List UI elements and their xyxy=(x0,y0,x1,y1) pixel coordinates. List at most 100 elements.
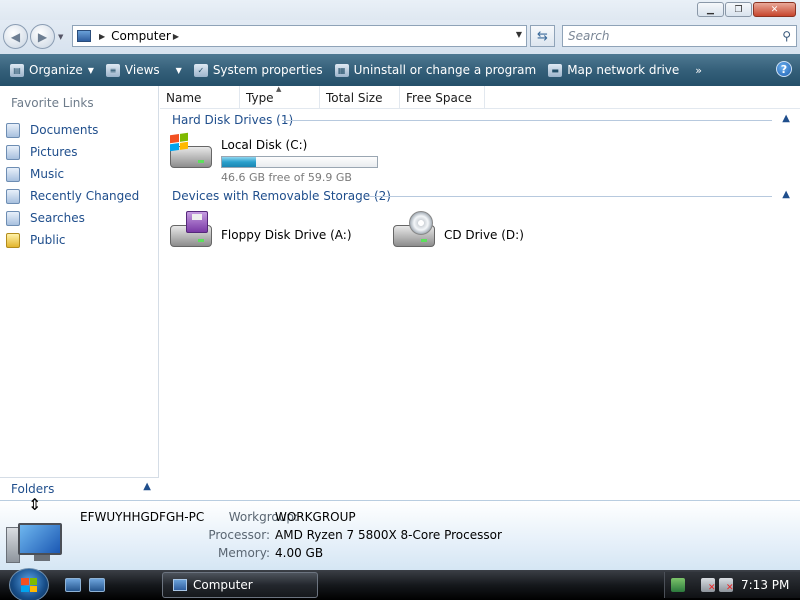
favorite-link-searches[interactable]: Searches xyxy=(6,207,156,229)
refresh-icon: ⇆ xyxy=(537,28,548,44)
title-bar: ▁ ❐ ✕ xyxy=(0,0,800,20)
drive-name: CD Drive (D:) xyxy=(444,228,524,242)
network-status-icon[interactable] xyxy=(671,578,685,592)
group-header-removable-storage[interactable]: Devices with Removable Storage (2) xyxy=(172,189,391,203)
more-commands-button[interactable]: » xyxy=(689,58,708,82)
windows-logo-icon xyxy=(21,578,37,592)
breadcrumb-arrow-icon[interactable]: ▶ xyxy=(173,32,179,41)
chevron-up-icon: ▲ xyxy=(143,481,151,492)
maximize-button[interactable]: ❐ xyxy=(725,2,752,17)
computer-icon xyxy=(6,519,64,563)
resize-cursor-icon: ⇕ xyxy=(28,495,42,514)
favorite-link-label: Searches xyxy=(30,211,85,225)
drive-cd-d[interactable]: CD Drive (D:) xyxy=(391,211,524,255)
uninstall-program-button[interactable]: ▦ Uninstall or change a program xyxy=(329,58,543,82)
search-placeholder: Search xyxy=(568,29,610,43)
favorite-link-documents[interactable]: Documents xyxy=(6,119,156,141)
show-desktop-icon[interactable] xyxy=(65,578,81,592)
group-divider xyxy=(282,120,772,121)
chevron-up-icon[interactable]: ▲ xyxy=(782,189,790,200)
address-bar[interactable]: ▶ Computer ▶ ▼ xyxy=(72,25,527,47)
forward-button[interactable]: ▶ xyxy=(30,24,55,49)
drive-local-disk-c[interactable]: Local Disk (C:) 46.6 GB free of 59.9 GB xyxy=(168,132,378,184)
cd-drive-icon xyxy=(391,211,439,255)
views-label: Views xyxy=(124,63,160,77)
volume-muted-icon[interactable]: ✕ xyxy=(719,578,734,593)
start-button[interactable] xyxy=(9,568,49,600)
sort-ascending-icon: ▲ xyxy=(276,85,282,93)
back-button[interactable]: ◀ xyxy=(3,24,28,49)
column-header-label: Type xyxy=(246,90,274,105)
recent-pages-dropdown[interactable]: ▼ xyxy=(58,33,63,41)
command-toolbar: ▤ Organize ▼ ≡ Views ▼ ✓ System properti… xyxy=(0,54,800,86)
minimize-button[interactable]: ▁ xyxy=(697,2,724,17)
system-properties-button[interactable]: ✓ System properties xyxy=(188,58,329,82)
forward-arrow-icon: ▶ xyxy=(37,29,48,44)
favorite-link-recently-changed[interactable]: Recently Changed xyxy=(6,185,156,207)
music-icon xyxy=(6,166,20,182)
back-arrow-icon: ◀ xyxy=(10,29,21,44)
recently-changed-icon xyxy=(6,188,20,204)
favorite-link-label: Pictures xyxy=(30,145,78,159)
chevron-up-icon[interactable]: ▲ xyxy=(782,113,790,124)
taskbar: Computer ✕ ✕ 7:13 PM xyxy=(0,568,800,600)
column-header-type[interactable]: Type ▲ xyxy=(240,85,320,109)
drive-floppy-a[interactable]: Floppy Disk Drive (A:) xyxy=(168,211,352,255)
pictures-icon xyxy=(6,144,20,160)
organize-button[interactable]: ▤ Organize ▼ xyxy=(4,58,100,82)
drive-free-space: 46.6 GB free of 59.9 GB xyxy=(221,171,352,184)
drive-name: Local Disk (C:) xyxy=(221,138,308,152)
memory-value: 4.00 GB xyxy=(275,546,324,560)
breadcrumb-arrow-icon[interactable]: ▶ xyxy=(99,32,105,41)
network-disconnected-icon[interactable]: ✕ xyxy=(701,578,716,593)
map-network-drive-button[interactable]: ▬ Map network drive xyxy=(542,58,685,82)
search-icon[interactable]: ⚲ xyxy=(782,29,791,43)
details-pane: ⇕ EFWUYHHGDFGH-PC Workgroup: WORKGROUP P… xyxy=(0,495,800,570)
processor-value: AMD Ryzen 7 5800X 8-Core Processor xyxy=(275,528,502,542)
chevron-down-icon: ▼ xyxy=(175,65,182,75)
searches-icon xyxy=(6,210,20,226)
column-header-total-size[interactable]: Total Size xyxy=(320,86,400,109)
memory-label: Memory: xyxy=(218,546,270,560)
workgroup-value: WORKGROUP xyxy=(275,510,356,524)
uninstall-program-label: Uninstall or change a program xyxy=(353,63,537,77)
favorite-link-music[interactable]: Music xyxy=(6,163,156,185)
refresh-button[interactable]: ⇆ xyxy=(530,25,555,47)
favorite-link-label: Public xyxy=(30,233,66,247)
clock[interactable]: 7:13 PM xyxy=(741,578,789,592)
taskbar-button-computer[interactable]: Computer xyxy=(162,572,318,598)
favorite-link-label: Recently Changed xyxy=(30,189,140,203)
breadcrumb-computer[interactable]: Computer xyxy=(111,29,171,43)
views-button[interactable]: ≡ Views ▼ xyxy=(100,58,188,82)
favorite-link-pictures[interactable]: Pictures xyxy=(6,141,156,163)
disk-usage-bar xyxy=(221,156,378,168)
floppy-drive-icon xyxy=(168,211,216,255)
computer-name: EFWUYHHGDFGH-PC xyxy=(80,510,205,524)
favorite-links-list: Documents Pictures Music Recently Change… xyxy=(6,119,156,251)
favorite-links-title: Favorite Links xyxy=(11,96,94,110)
column-header-free-space[interactable]: Free Space xyxy=(400,86,485,109)
help-icon[interactable]: ? xyxy=(776,61,792,77)
search-input[interactable]: Search ⚲ xyxy=(562,25,797,47)
processor-label: Processor: xyxy=(208,528,270,542)
map-network-drive-label: Map network drive xyxy=(567,63,680,77)
favorite-link-label: Documents xyxy=(30,123,99,137)
switch-windows-icon[interactable] xyxy=(89,578,105,592)
address-dropdown-icon[interactable]: ▼ xyxy=(516,30,522,39)
system-properties-label: System properties xyxy=(212,63,323,77)
network-drive-icon: ▬ xyxy=(548,63,563,77)
address-row: ◀ ▶ ▼ ▶ Computer ▶ ▼ ⇆ Search ⚲ xyxy=(0,20,800,54)
folders-toggle[interactable]: Folders ▲ xyxy=(0,477,159,500)
system-properties-icon: ✓ xyxy=(193,63,208,77)
public-folder-icon xyxy=(6,232,20,248)
group-header-hard-disk-drives[interactable]: Hard Disk Drives (1) xyxy=(172,113,293,127)
disk-usage-fill xyxy=(222,157,257,167)
programs-icon: ▦ xyxy=(334,63,349,77)
views-icon: ≡ xyxy=(105,63,120,77)
favorite-link-public[interactable]: Public xyxy=(6,229,156,251)
group-divider xyxy=(370,196,772,197)
close-button[interactable]: ✕ xyxy=(753,2,796,17)
organize-icon: ▤ xyxy=(10,63,24,77)
window-controls: ▁ ❐ ✕ xyxy=(697,2,796,17)
column-header-name[interactable]: Name xyxy=(160,86,240,109)
